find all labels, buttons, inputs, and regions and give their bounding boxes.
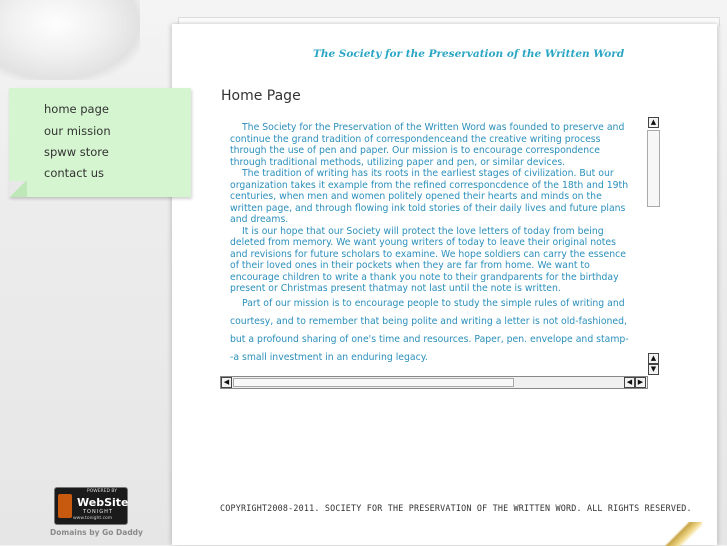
domains-by-godaddy-caption: Domains by Go Daddy (50, 528, 143, 537)
triangle-right-icon: ▶ (637, 378, 644, 386)
website-tonight-badge[interactable]: POWERED BY WebSite TONIGHT www.tonight.c… (54, 487, 129, 525)
quill-pen-decoration (662, 522, 702, 546)
nav-item-contact-us[interactable]: contact us (44, 166, 104, 180)
scroll-up-button[interactable]: ▲ (648, 353, 659, 364)
scroll-right-button[interactable]: ▶ (635, 377, 646, 388)
site-title: The Society for the Preservation of the … (313, 48, 625, 60)
nav-item-home-page[interactable]: home page (44, 102, 109, 116)
scroll-left-button[interactable]: ◀ (221, 377, 232, 388)
nav-item-our-mission[interactable]: our mission (44, 124, 111, 138)
horizontal-scrollbar[interactable]: ◀ ◀ ▶ (220, 376, 648, 389)
footer-copyright: COPYRIGHT2008-2011. SOCIETY FOR THE PRES… (220, 503, 692, 513)
triangle-left-icon: ◀ (223, 378, 230, 386)
nav-item-spww-store[interactable]: spww store (44, 145, 109, 159)
badge-powered-by: POWERED BY (87, 489, 118, 494)
badge-url: www.tonight.com (73, 516, 113, 521)
badge-title: WebSite (77, 496, 129, 509)
sticky-note-fold (9, 181, 27, 197)
go-daddy-logo-icon (58, 494, 72, 518)
scroll-up-top-button[interactable]: ▲ (648, 117, 659, 128)
triangle-up-icon: ▲ (650, 118, 657, 126)
crumpled-paper-decoration (0, 0, 140, 80)
triangle-left-icon: ◀ (626, 378, 633, 386)
content-paragraph: The Society for the Preservation of the … (230, 122, 625, 168)
badge-subtitle: TONIGHT (83, 509, 113, 515)
content-text: The Society for the Preservation of the … (230, 122, 632, 372)
scroll-down-button[interactable]: ▼ (648, 364, 659, 375)
content-paragraph: The tradition of writing has its roots i… (230, 168, 629, 225)
triangle-down-icon: ▼ (650, 365, 657, 373)
content-paragraph: Part of our mission is to encourage peop… (230, 297, 629, 363)
scroll-left-end-button[interactable]: ◀ (624, 377, 635, 388)
content-paragraph: It is our hope that our Society will pro… (230, 225, 626, 295)
vertical-scroll-thumb[interactable] (647, 130, 660, 207)
page-heading: Home Page (221, 88, 301, 104)
triangle-up-icon: ▲ (650, 354, 657, 362)
horizontal-scroll-thumb[interactable] (233, 378, 514, 387)
content-scroll-box[interactable]: The Society for the Preservation of the … (220, 116, 660, 389)
